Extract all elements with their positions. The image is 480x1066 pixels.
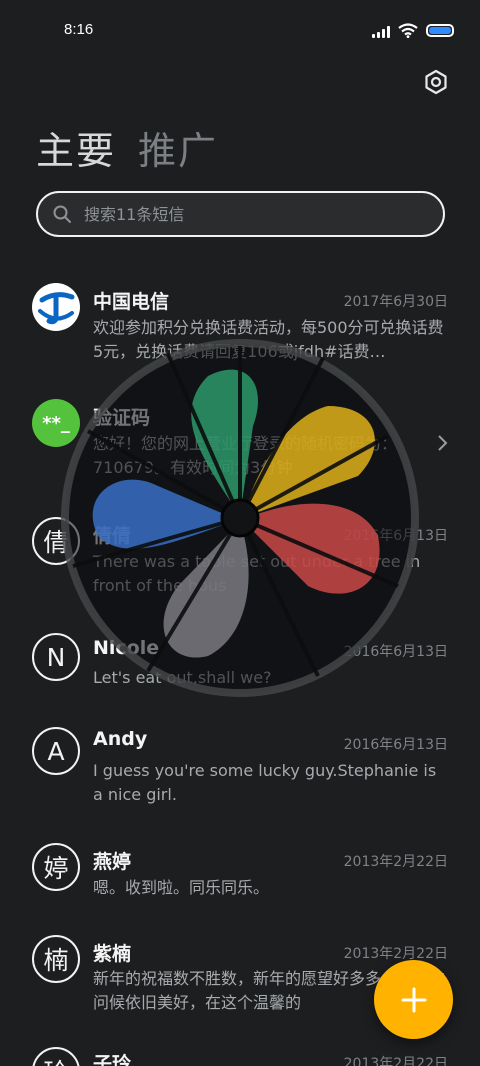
avatar-qian: 倩 — [32, 517, 80, 565]
message-preview: 欢迎参加积分兑换话费活动，每500分可兑换话费5元，兑换话费请回复106或jfd… — [93, 318, 444, 361]
search-input[interactable] — [84, 204, 404, 224]
message-date: 2013年2月22日 — [343, 854, 448, 870]
avatar-telecom-logo — [32, 283, 80, 331]
message-preview: There was a table set out under a tree i… — [93, 552, 421, 595]
sender-name: 子玲 — [93, 1053, 132, 1066]
message-preview: 嗯。收到啦。同乐同乐。 — [93, 878, 270, 897]
message-preview: Let's eat out,shall we? — [93, 668, 272, 687]
status-icons — [372, 23, 454, 38]
sender-name: Andy — [93, 728, 148, 750]
message-row-nicole[interactable]: N Nicole 2016年6月13日 Let's eat out,shall … — [0, 632, 480, 712]
message-date: 2016年6月13日 — [343, 528, 448, 544]
new-message-fab[interactable] — [374, 960, 453, 1039]
avatar-ting: 婷 — [32, 843, 80, 891]
status-bar: 8:16 — [0, 0, 480, 62]
plus-icon — [401, 987, 426, 1012]
message-row-yanting[interactable]: 婷 燕婷 2013年2月22日 嗯。收到啦。同乐同乐。 — [0, 842, 480, 922]
message-row-qianqian[interactable]: 倩 倩倩 2016年6月13日 There was a table set ou… — [0, 514, 480, 614]
search-bar[interactable] — [36, 191, 445, 237]
avatar-nan: 楠 — [32, 935, 80, 983]
chevron-right-icon[interactable] — [436, 434, 448, 452]
message-date: 2017年6月30日 — [343, 294, 448, 310]
message-row-china-telecom[interactable]: 中国电信 2017年6月30日 欢迎参加积分兑换话费活动，每500分可兑换话费5… — [0, 280, 480, 380]
message-date: 2013年2月22日 — [343, 946, 448, 962]
battery-icon — [426, 24, 454, 37]
sender-name: 验证码 — [93, 407, 151, 429]
avatar-n: N — [32, 633, 80, 681]
sender-name: 紫楠 — [93, 943, 132, 965]
wifi-icon — [398, 23, 418, 38]
settings-button[interactable] — [422, 68, 450, 96]
avatar-verify: **_ — [32, 399, 80, 447]
tab-bar: 主要 推广 — [36, 120, 218, 175]
tab-primary[interactable]: 主要 — [36, 120, 116, 175]
message-preview: 您好！您的网上营业厅登录的随机密码为：710679。有效时间为3分钟 — [93, 434, 398, 477]
message-date: 2016年6月13日 — [343, 737, 448, 753]
avatar-a: A — [32, 727, 80, 775]
sender-name: 倩倩 — [93, 525, 132, 547]
message-date: 2016年6月13日 — [343, 644, 448, 660]
tab-promotions[interactable]: 推广 — [138, 120, 218, 175]
message-date: 2013年2月22日 — [343, 1056, 448, 1066]
sender-name: 中国电信 — [93, 291, 170, 313]
message-row-ziling[interactable]: 玲 子玲 2013年2月22日 — [0, 1046, 480, 1066]
status-time: 8:16 — [64, 21, 94, 38]
signal-icon — [372, 24, 390, 38]
sender-name: 燕婷 — [93, 851, 132, 873]
message-row-andy[interactable]: A Andy 2016年6月13日 I guess you're some lu… — [0, 726, 480, 826]
sender-name: Nicole — [93, 637, 160, 659]
settings-icon — [425, 69, 447, 95]
avatar-ling: 玲 — [32, 1047, 80, 1066]
message-preview: I guess you're some lucky guy.Stephanie … — [93, 761, 437, 804]
search-icon — [53, 205, 71, 223]
message-row-verification-code[interactable]: **_ 验证码 您好！您的网上营业厅登录的随机密码为：710679。有效时间为3… — [0, 396, 480, 496]
